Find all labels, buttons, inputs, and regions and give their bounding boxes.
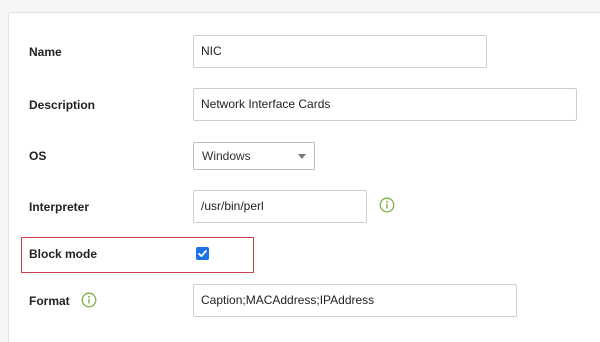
- block-mode-label: Block mode: [29, 247, 98, 261]
- os-select[interactable]: Windows: [193, 142, 315, 170]
- os-select-value: Windows: [202, 149, 251, 163]
- block-mode-checkbox[interactable]: [196, 247, 209, 260]
- name-field[interactable]: NIC: [193, 35, 487, 68]
- name-label: Name: [29, 45, 62, 59]
- checkmark-icon: [198, 250, 207, 257]
- format-label: Format: [29, 294, 70, 308]
- interpreter-field[interactable]: /usr/bin/perl: [193, 190, 367, 223]
- description-label: Description: [29, 98, 96, 112]
- description-field[interactable]: Network Interface Cards: [193, 88, 577, 121]
- info-circle-icon[interactable]: [81, 292, 97, 308]
- os-label: OS: [29, 149, 47, 163]
- chevron-down-icon: [298, 154, 306, 159]
- info-circle-icon[interactable]: [379, 197, 395, 213]
- format-field[interactable]: Caption;MACAddress;IPAddress: [193, 284, 517, 317]
- interpreter-label: Interpreter: [29, 200, 90, 214]
